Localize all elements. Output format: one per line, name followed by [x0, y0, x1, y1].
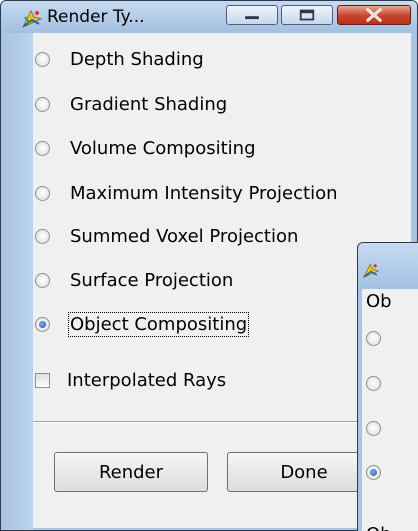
divider [33, 421, 411, 423]
interpolated-rays-label: Interpolated Rays [67, 369, 227, 391]
render-app-icon [22, 10, 43, 28]
title-bar[interactable] [358, 243, 418, 291]
radio-button[interactable] [366, 376, 381, 391]
maximize-button[interactable] [281, 5, 333, 25]
render-type-window: Render Ty... Depth Shading Gradient Shad… [0, 0, 418, 531]
radio-button-selected[interactable] [35, 316, 50, 332]
radio-button-selected[interactable] [366, 465, 381, 480]
close-icon [366, 8, 382, 22]
render-type-label: Depth Shading [70, 48, 204, 70]
title-bar[interactable]: Render Ty... [1, 1, 417, 33]
interpolated-rays-checkbox[interactable] [35, 372, 50, 388]
object-options-window: Ob Ob [357, 242, 418, 531]
render-type-label: Volume Compositing [70, 137, 256, 159]
close-button[interactable] [337, 5, 411, 25]
group-label: Ob [366, 524, 392, 531]
screen: Render Ty... Depth Shading Gradient Shad… [0, 0, 418, 531]
window-frame-left [1, 33, 33, 530]
render-type-label: Summed Voxel Projection [70, 225, 299, 247]
render-options-panel: Depth Shading Gradient Shading Volume Co… [33, 33, 411, 528]
render-type-option[interactable]: Maximum Intensity Projection [35, 179, 338, 207]
radio-button[interactable] [35, 140, 50, 156]
render-type-option[interactable]: Summed Voxel Projection [35, 222, 298, 250]
radio-button[interactable] [35, 51, 50, 67]
interpolated-rays-option[interactable]: Interpolated Rays [35, 366, 226, 394]
minimize-button[interactable] [226, 5, 278, 25]
render-type-option[interactable]: Gradient Shading [35, 90, 227, 118]
render-type-option[interactable]: Depth Shading [35, 45, 204, 73]
render-type-option[interactable]: Surface Projection [35, 266, 233, 294]
render-type-label: Maximum Intensity Projection [70, 182, 338, 204]
radio-button[interactable] [366, 331, 381, 346]
radio-button[interactable] [35, 185, 50, 201]
render-type-label: Object Compositing [67, 311, 250, 337]
render-app-icon [362, 263, 380, 279]
radio-button[interactable] [366, 421, 381, 436]
radio-button[interactable] [35, 96, 50, 112]
render-type-option[interactable]: Volume Compositing [35, 134, 256, 162]
minimize-icon [244, 15, 260, 20]
render-type-label: Surface Projection [70, 269, 234, 291]
maximize-icon [299, 9, 315, 21]
radio-button[interactable] [35, 272, 50, 288]
render-type-label: Gradient Shading [70, 93, 228, 115]
render-type-option[interactable]: Object Compositing [35, 310, 250, 338]
render-button[interactable]: Render [54, 452, 208, 492]
object-options-panel: Ob Ob [362, 289, 418, 531]
group-label: Ob [366, 291, 392, 312]
window-title: Render Ty... [47, 7, 145, 27]
radio-button[interactable] [35, 228, 50, 244]
